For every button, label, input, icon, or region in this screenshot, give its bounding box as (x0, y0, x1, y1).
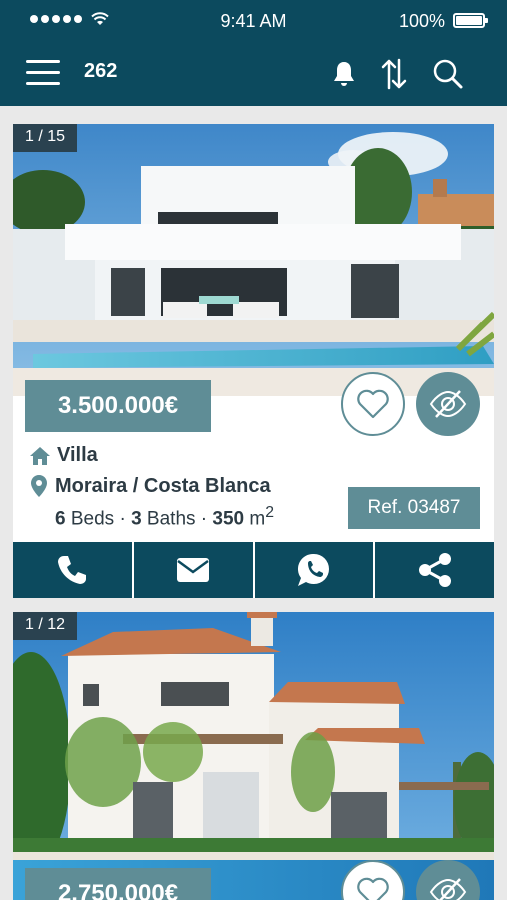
beds-count: 6 (55, 508, 66, 530)
baths-count: 3 (131, 508, 142, 530)
location-row: Moraira / Costa Blanca (29, 474, 271, 498)
home-icon (30, 446, 50, 465)
area-value: 350 (212, 508, 245, 530)
share-button[interactable] (375, 542, 494, 598)
location-pin-icon (31, 475, 47, 497)
property-photo[interactable]: 1 / 15 (13, 124, 494, 396)
whatsapp-button[interactable] (254, 542, 374, 598)
reference-badge: Ref. 03487 (348, 487, 480, 529)
favorite-heart-icon[interactable] (341, 372, 405, 436)
notifications-bell-icon[interactable] (326, 56, 362, 92)
email-button[interactable] (133, 542, 253, 598)
envelope-icon (177, 558, 210, 582)
property-type: Villa (57, 444, 98, 466)
battery-percentage: 100% (398, 11, 445, 31)
whatsapp-icon (297, 553, 329, 586)
listing-card[interactable]: 1 / 15 3.500.000€ Villa Moraira / Costa … (13, 124, 494, 598)
share-icon (418, 553, 451, 587)
contact-action-bar (13, 542, 494, 598)
search-icon[interactable] (430, 56, 466, 92)
price-tag: 3.500.000€ (25, 380, 211, 432)
property-specs: 6 Beds · 3 Baths · 350 m2 (55, 504, 275, 530)
call-button[interactable] (13, 542, 132, 598)
hamburger-menu-icon[interactable] (26, 60, 60, 86)
status-bar: 9:41 AM 100% (0, 0, 507, 42)
area-unit: m (249, 508, 266, 530)
photo-counter: 1 / 15 (13, 124, 78, 152)
baths-label: Baths (146, 508, 196, 530)
property-photo[interactable]: 1 / 12 (13, 612, 494, 900)
sort-arrows-icon[interactable] (376, 56, 412, 92)
property-location: Moraira / Costa Blanca (55, 474, 271, 497)
area-unit-superscript: 2 (265, 504, 275, 521)
photo-counter: 1 / 12 (13, 612, 78, 640)
listing-card[interactable]: 1 / 12 2.750.000€ (13, 612, 494, 900)
beds-label: Beds (70, 508, 115, 530)
price-tag: 2.750.000€ (25, 868, 211, 900)
results-count: 262 (84, 60, 118, 82)
property-type-row: Villa (29, 444, 98, 467)
phone-icon (58, 556, 87, 584)
hide-eye-slash-icon[interactable] (416, 372, 480, 436)
top-navbar: 262 (0, 42, 507, 106)
battery-icon (453, 13, 488, 28)
